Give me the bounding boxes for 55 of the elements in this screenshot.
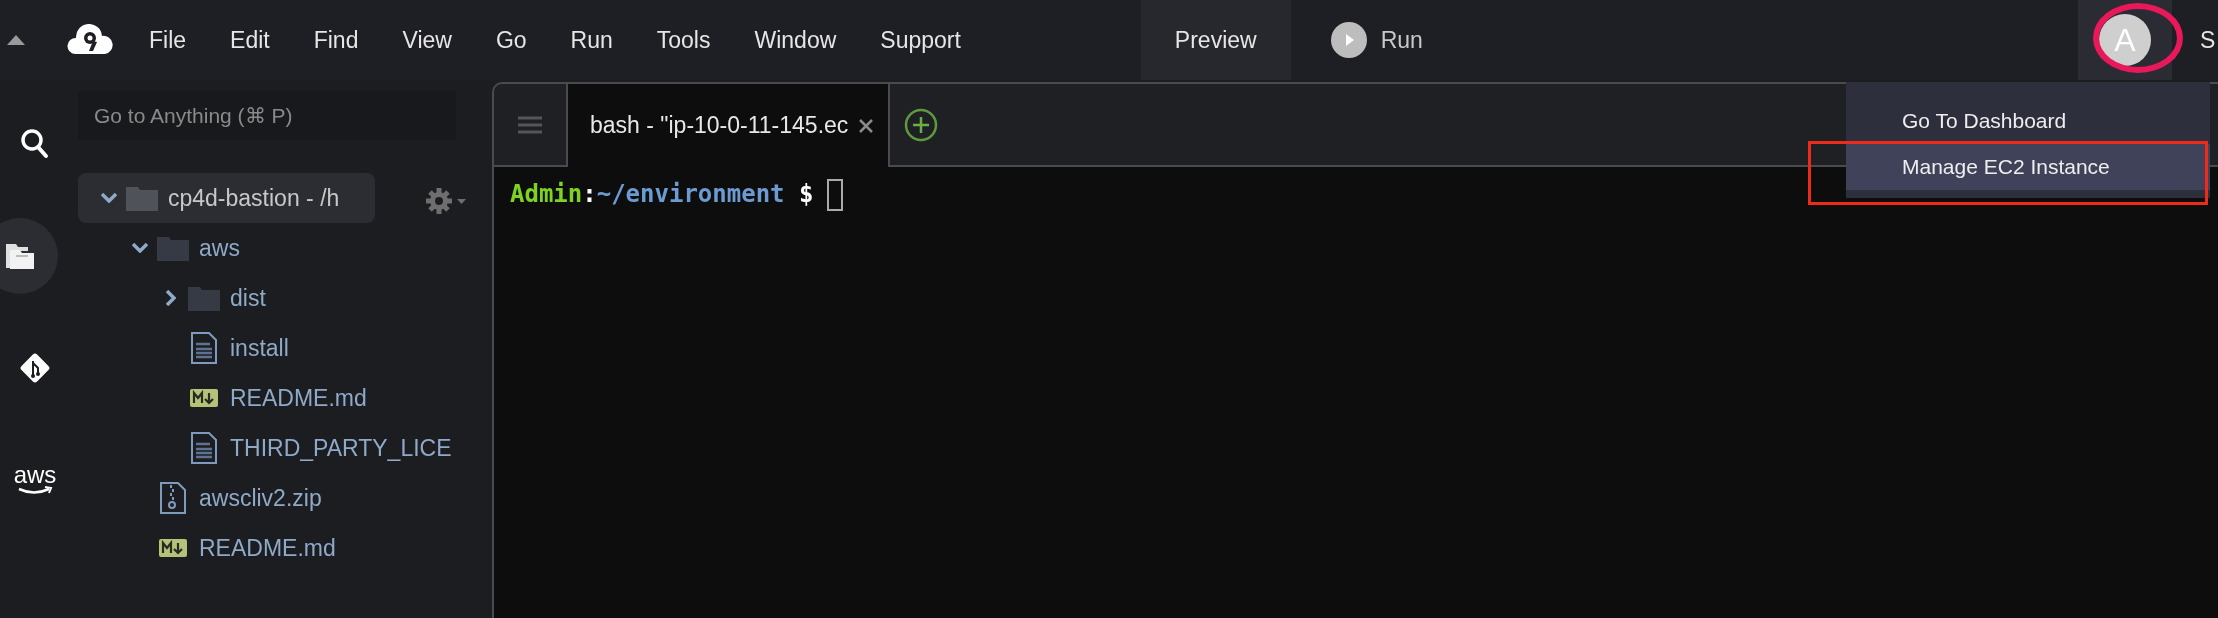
cursor bbox=[827, 179, 844, 211]
file-icon bbox=[190, 332, 218, 364]
tree-item[interactable]: aws bbox=[78, 223, 492, 273]
collapse-arrow-icon[interactable] bbox=[7, 34, 25, 46]
search-field[interactable]: Go to Anything (⌘ P) bbox=[78, 91, 456, 140]
item-name: README.md bbox=[199, 534, 336, 562]
preview-button[interactable]: Preview bbox=[1140, 0, 1291, 80]
folder-icon bbox=[157, 235, 189, 261]
tree-item[interactable]: dist bbox=[78, 273, 492, 323]
cloud-logo-icon[interactable] bbox=[67, 24, 113, 56]
menu-item[interactable]: Run bbox=[548, 26, 635, 54]
markdown-icon bbox=[190, 389, 218, 407]
menu-item[interactable]: Tools bbox=[634, 26, 733, 54]
item-name: aws bbox=[199, 234, 240, 262]
aws-logo[interactable]: aws bbox=[13, 464, 57, 486]
markdown-icon bbox=[159, 539, 187, 557]
menu-item[interactable]: Find bbox=[291, 26, 381, 54]
item-name: install bbox=[230, 334, 289, 362]
close-icon[interactable] bbox=[858, 117, 875, 134]
folder-icon[interactable] bbox=[4, 242, 36, 270]
zip-file-icon bbox=[159, 482, 187, 514]
smile-arrow-icon bbox=[17, 486, 53, 496]
add-tab-icon[interactable] bbox=[904, 107, 939, 142]
item-name: awscliv2.zip bbox=[199, 484, 322, 512]
menu-item[interactable]: Edit bbox=[208, 26, 292, 54]
item-name: THIRD_PARTY_LICE bbox=[230, 434, 452, 462]
item-name: dist bbox=[230, 284, 266, 312]
tree-item[interactable]: README.md bbox=[78, 523, 492, 573]
menu-item[interactable]: View bbox=[380, 26, 474, 54]
folder-icon bbox=[188, 285, 220, 311]
tree-item[interactable]: cp4d-bastion - /h bbox=[78, 173, 375, 223]
chevron-down-icon[interactable] bbox=[101, 193, 117, 203]
menu-item[interactable]: Manage EC2 Instance bbox=[1846, 144, 2210, 190]
search-icon[interactable] bbox=[20, 128, 50, 160]
tree-item[interactable]: install bbox=[78, 323, 492, 373]
menu-item[interactable]: S bbox=[2200, 26, 2218, 54]
menu-item[interactable]: Go bbox=[473, 26, 549, 54]
item-name: README.md bbox=[230, 384, 367, 412]
terminal-tab[interactable]: bash - "ip-10-0-11-145.ec bbox=[568, 84, 891, 167]
menu-item[interactable]: Window bbox=[732, 26, 859, 54]
menu-item[interactable]: Support bbox=[858, 26, 983, 54]
terminal-prompt: Admin:~/environment $ bbox=[510, 180, 814, 208]
tree-item[interactable]: README.md bbox=[78, 373, 492, 423]
folder-icon bbox=[126, 185, 158, 211]
tree-item[interactable]: THIRD_PARTY_LICE bbox=[78, 423, 492, 473]
menu-item[interactable]: Go To Dashboard bbox=[1846, 98, 2210, 144]
chevron-down-icon[interactable] bbox=[132, 243, 148, 253]
item-name: cp4d-bastion - /h bbox=[168, 184, 340, 212]
menu-item[interactable]: File bbox=[127, 26, 209, 54]
run-button[interactable]: Run bbox=[1380, 26, 1423, 54]
settings-icon[interactable] bbox=[425, 186, 467, 216]
tree-item[interactable]: awscliv2.zip bbox=[78, 473, 492, 523]
file-icon bbox=[190, 432, 218, 464]
play-icon[interactable] bbox=[1330, 22, 1367, 58]
chevron-right-icon[interactable] bbox=[166, 290, 176, 306]
